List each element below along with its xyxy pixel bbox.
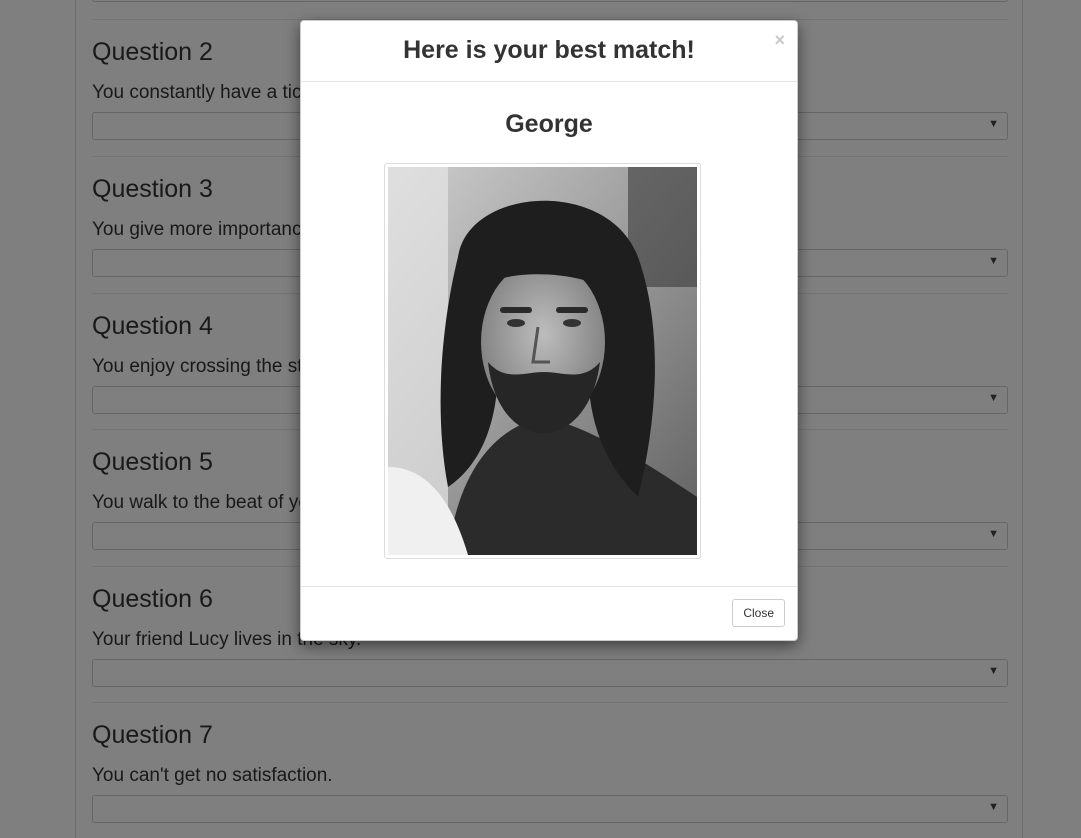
match-name: George bbox=[505, 110, 593, 138]
match-photo-frame bbox=[384, 163, 701, 559]
best-match-modal: Here is your best match! × George Close bbox=[300, 20, 798, 641]
modal-header: Here is your best match! × bbox=[301, 21, 797, 82]
close-icon[interactable]: × bbox=[774, 30, 785, 51]
modal-footer: Close bbox=[301, 586, 797, 640]
close-button[interactable]: Close bbox=[732, 599, 785, 627]
match-photo bbox=[388, 167, 697, 555]
modal-title: Here is your best match! bbox=[403, 36, 695, 64]
